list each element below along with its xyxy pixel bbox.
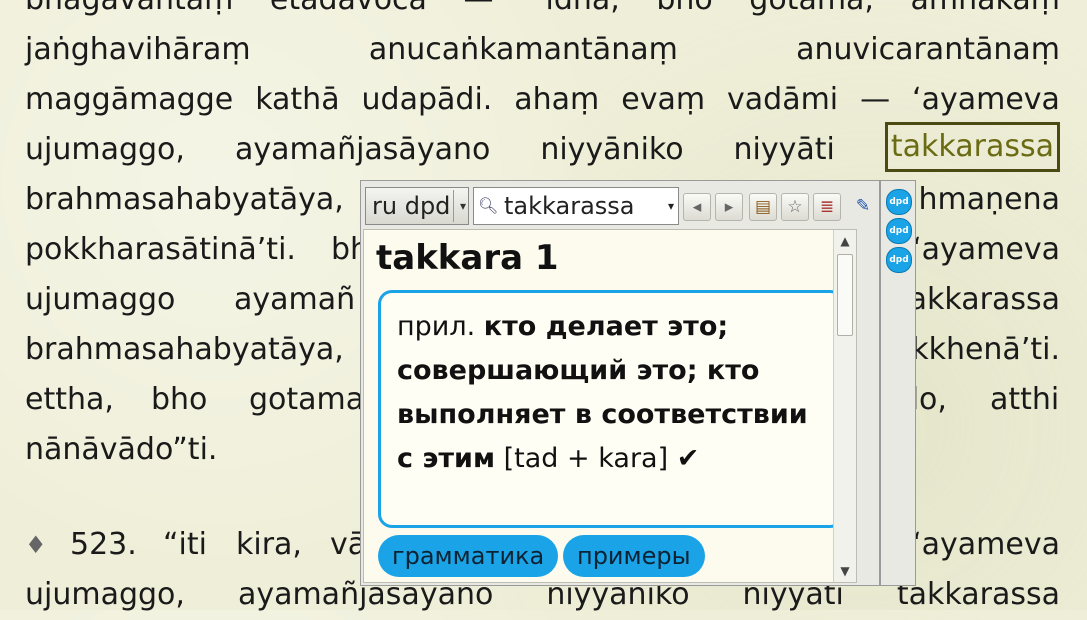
paragraph-marker: ♦ <box>25 531 47 559</box>
scroll-down-icon[interactable]: ▼ <box>834 564 856 578</box>
scroll-up-icon[interactable]: ▲ <box>834 234 856 248</box>
word: gotama, <box>749 0 874 25</box>
word: etadavoca <box>270 0 427 25</box>
word: amhākaṃ <box>910 0 1059 25</box>
back-button[interactable]: ◂ <box>683 193 711 221</box>
word: ettha, <box>25 382 114 417</box>
vertical-scrollbar[interactable]: ▲ ▼ <box>833 230 856 582</box>
word: ‘ayameva <box>912 527 1060 562</box>
word: hmaṇena <box>918 182 1061 217</box>
word: brahmasahabyatāya, <box>25 182 344 217</box>
highlighted-word[interactable]: takkarassa <box>884 122 1060 172</box>
etymology: [tad + kara] <box>503 443 669 474</box>
scrollbar-thumb[interactable] <box>837 254 853 336</box>
text-line: ujumaggo, ayamañjasāyano niyyāniko niyyā… <box>25 122 1060 175</box>
dictionary-group-label: ru dpd <box>372 192 451 220</box>
search-icon: 🔍︎ <box>478 196 499 215</box>
word: ujumaggo <box>25 282 176 317</box>
word: bho <box>151 382 208 417</box>
examples-button[interactable]: примеры <box>563 535 705 577</box>
word-input-value: takkarassa <box>504 192 635 220</box>
word: niyyāniko <box>540 132 684 167</box>
text-line: maggāmagge kathā udapādi. ahaṃ evaṃ vadā… <box>25 75 1060 125</box>
word: — <box>860 82 891 117</box>
dictionary-bar: dpd dpd dpd <box>880 180 916 586</box>
dictionary-group-select[interactable]: ru dpd ▾ <box>365 187 469 225</box>
word: jaṅghavihāraṃ <box>25 32 251 67</box>
open-in-main-window-book-icon[interactable]: ▤ <box>749 193 777 221</box>
word: anucaṅkamantānaṃ <box>368 32 678 67</box>
word: ‘ayameva <box>912 82 1060 117</box>
check-icon: ✔ <box>676 443 700 474</box>
dpd-dictionary-icon[interactable]: dpd <box>886 189 912 215</box>
dropdown-arrow-icon[interactable]: ▾ <box>460 188 466 224</box>
word: ujumaggo, <box>25 132 185 167</box>
word: kkhenā’ti. <box>911 332 1060 367</box>
dictionaries-books-icon[interactable]: ≣ <box>813 193 841 221</box>
word: 523. <box>70 527 137 562</box>
word: “idha, <box>530 0 620 25</box>
word: pokkharasātinā’ti. <box>25 232 296 267</box>
word: niyyāti <box>733 132 835 167</box>
word: vadāmi <box>727 82 839 117</box>
word: ahaṃ <box>514 82 600 117</box>
word: atthi <box>990 382 1060 417</box>
dropdown-arrow-icon[interactable]: ▾ <box>668 188 674 224</box>
word: anuvicarantānaṃ <box>796 32 1060 67</box>
word: akkarassa <box>908 282 1060 317</box>
word: evaṃ <box>621 82 706 117</box>
grammar-button[interactable]: грамматика <box>378 535 559 577</box>
popup-toolbar: ru dpd ▾ 🔍︎ takkarassa ▾ ◂ ▸ ▤ ☆ ≣ ✎ <box>363 185 877 225</box>
word: “iti <box>163 527 207 562</box>
word: ayamañjasāyano <box>234 132 491 167</box>
dpd-dictionary-icon[interactable]: dpd <box>886 247 912 273</box>
dictionary-popup: ru dpd ▾ 🔍︎ takkarassa ▾ ◂ ▸ ▤ ☆ ≣ ✎ tak… <box>360 180 880 586</box>
word: gotama <box>249 382 365 417</box>
word: takkarassa <box>896 577 1060 612</box>
word: ayamañ <box>234 282 356 317</box>
word: bho <box>656 0 712 25</box>
text-line: jaṅghavihāraṃ anucaṅkamantānaṃ anuvicara… <box>25 25 1060 75</box>
word: — <box>463 0 493 25</box>
select-divider <box>453 190 454 222</box>
pin-icon[interactable]: ✎ <box>849 193 877 221</box>
headword: takkara 1 <box>376 238 559 278</box>
favorite-star-icon[interactable]: ☆ <box>781 193 809 221</box>
article-view: takkara 1 прил. кто делает это; совершаю… <box>363 229 857 583</box>
dpd-dictionary-icon[interactable]: dpd <box>886 218 912 244</box>
forward-button[interactable]: ▸ <box>715 193 743 221</box>
word: nānāvādo”ti. <box>25 432 218 467</box>
word: maggāmagge <box>25 82 234 117</box>
word: bhagavantaṃ <box>25 0 233 25</box>
text-line: bhagavantaṃ etadavoca — “idha, bho gotam… <box>25 0 1060 25</box>
word: kathā <box>255 82 340 117</box>
word: ‘ayameva <box>912 232 1060 267</box>
word: brahmasahabyatāya, <box>25 332 344 367</box>
word-input[interactable]: 🔍︎ takkarassa ▾ <box>473 187 679 225</box>
word: kira, <box>236 527 302 562</box>
part-of-speech: прил. <box>397 311 476 342</box>
word: ujumaggo, <box>25 577 185 612</box>
definition-box: прил. кто делает это; совершающий это; к… <box>378 290 844 528</box>
word: udapādi. <box>361 82 493 117</box>
